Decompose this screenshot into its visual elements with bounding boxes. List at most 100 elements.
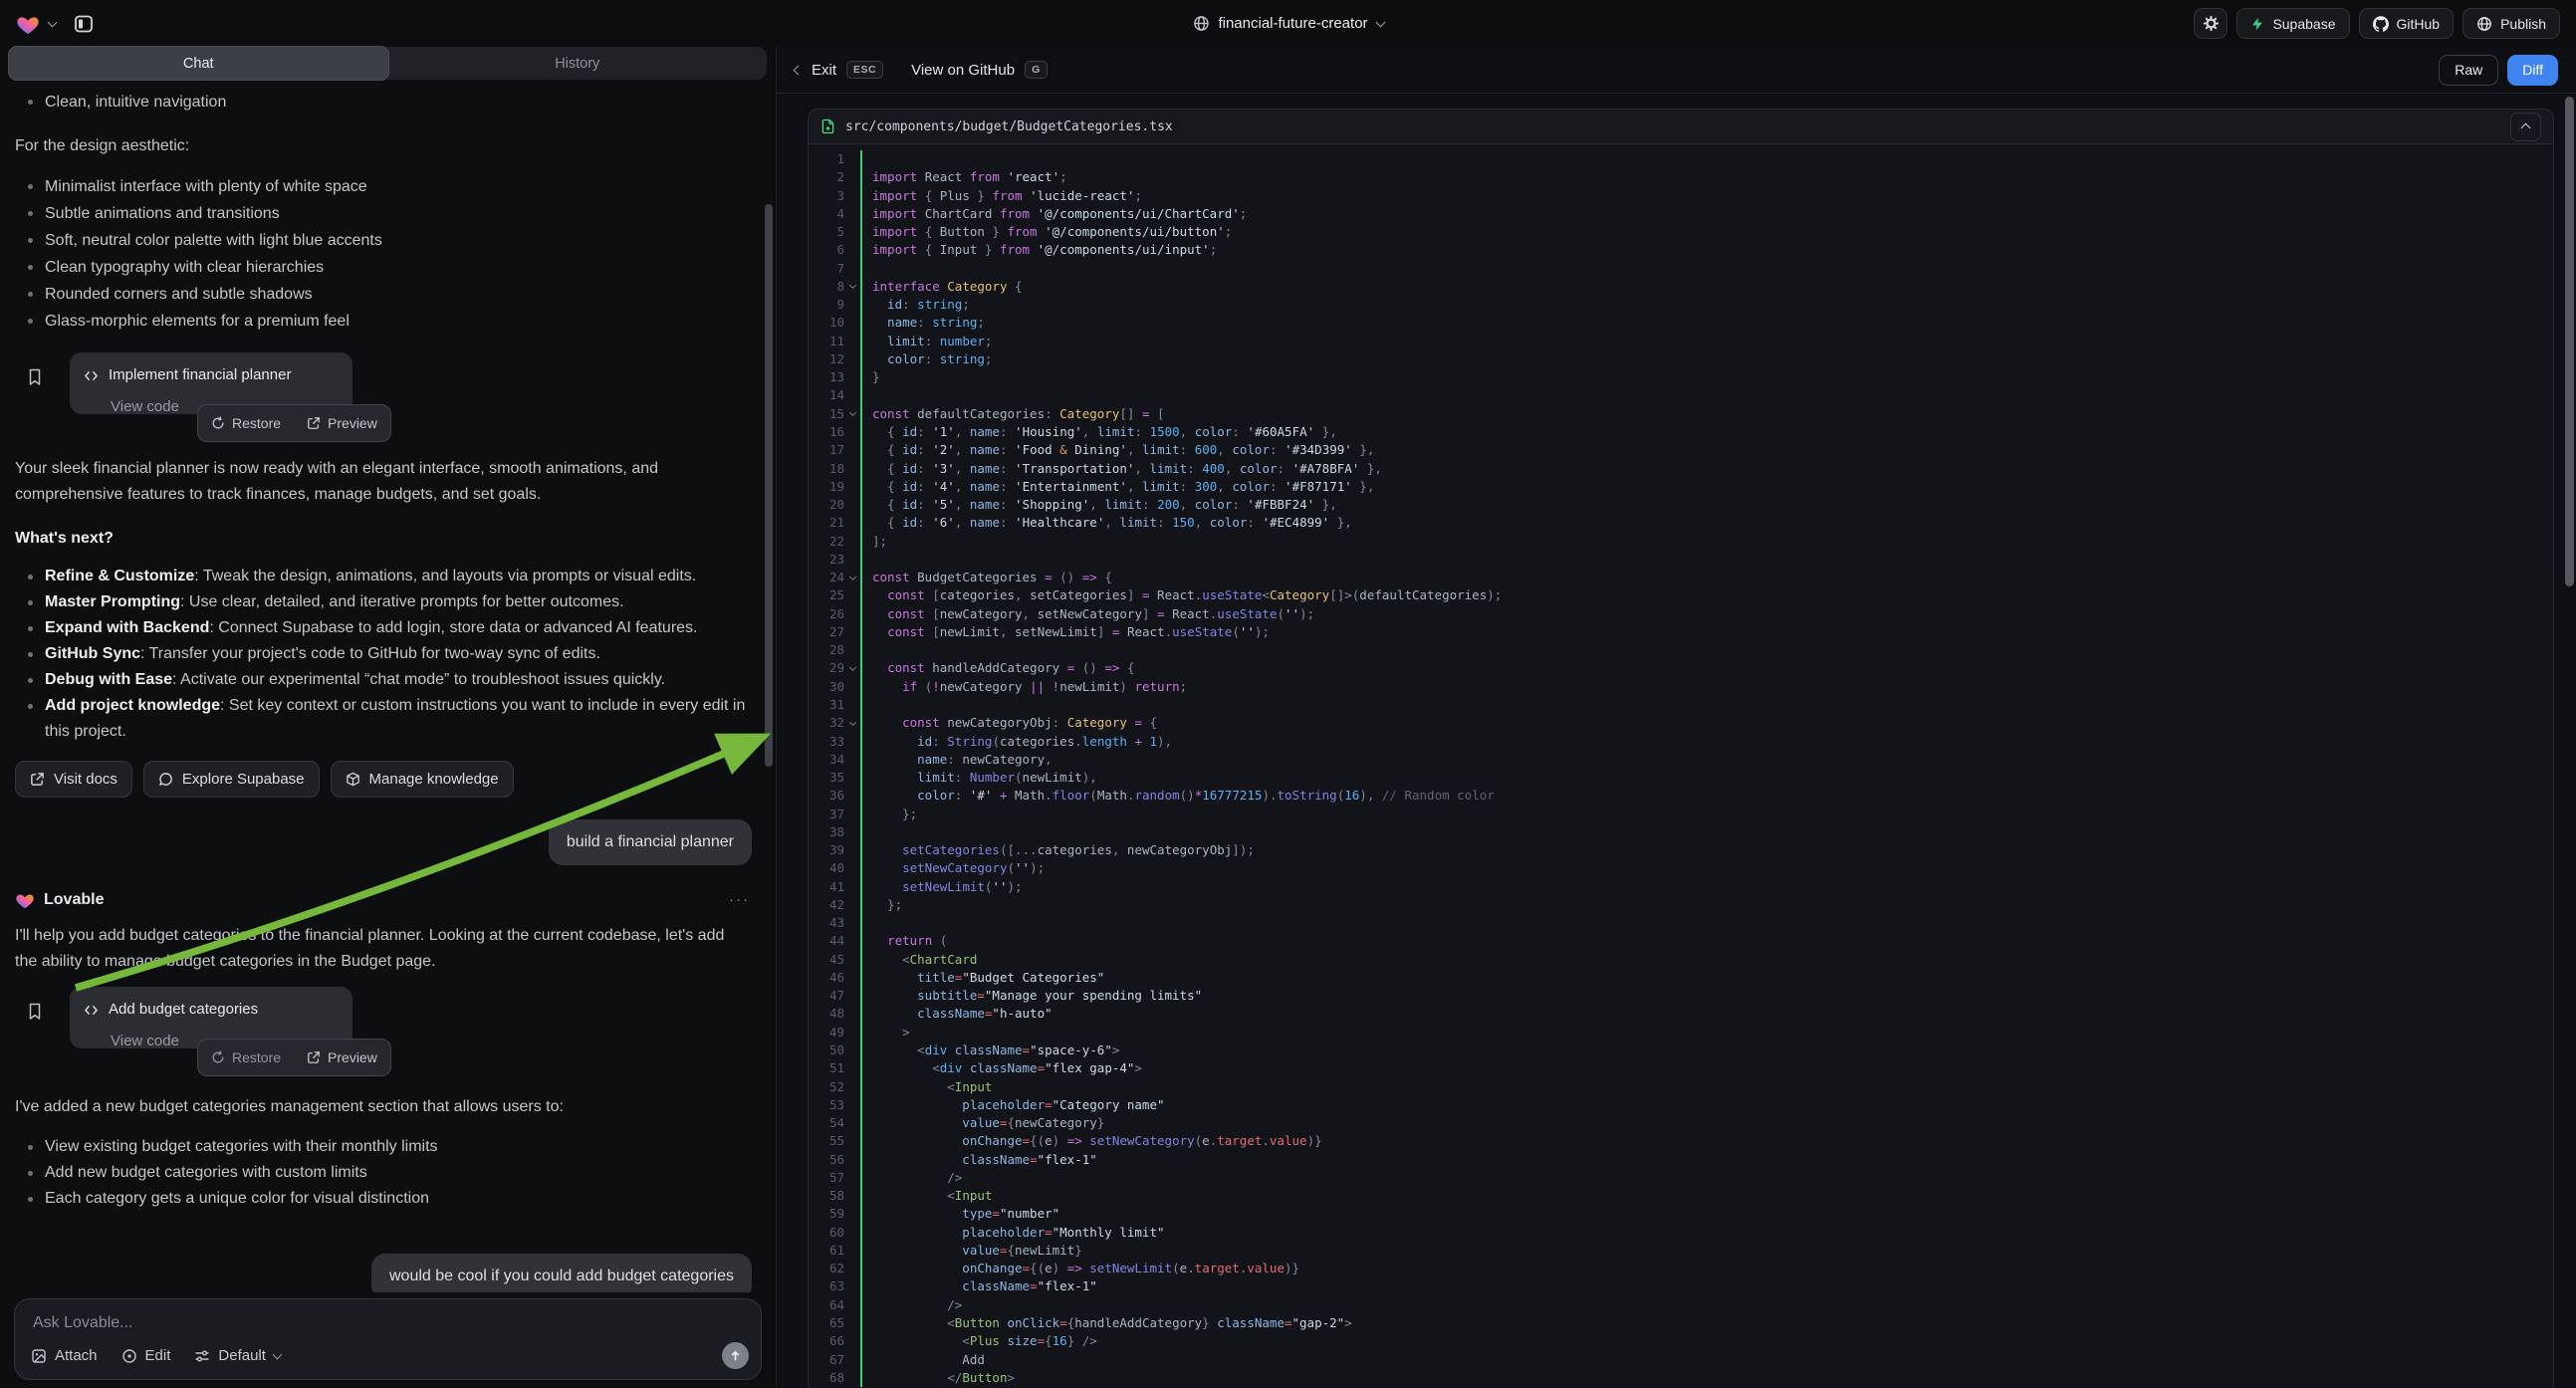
raw-toggle-button[interactable]: Raw [2439, 55, 2498, 86]
restore-button[interactable]: Restore [198, 1040, 294, 1075]
line-number: 15 [809, 405, 844, 423]
quick-actions-row: Visit docs Explore Supabase Manage knowl… [15, 761, 752, 798]
restore-preview-pill: Restore Preview [197, 1039, 391, 1076]
line-number: 37 [809, 806, 844, 823]
code-line: 14 [809, 386, 2553, 404]
preview-button[interactable]: Preview [294, 1040, 390, 1075]
code-line: 49 > [809, 1024, 2553, 1041]
chat-composer: Attach Edit Default [14, 1298, 762, 1380]
tab-history[interactable]: History [388, 47, 768, 80]
send-button[interactable] [722, 1342, 749, 1369]
logo-menu-chevron-icon[interactable] [48, 17, 58, 27]
message-more-menu[interactable]: ··· [729, 887, 750, 913]
collapse-file-button[interactable] [2510, 113, 2541, 141]
code-line: 53 placeholder="Category name" [809, 1096, 2553, 1114]
code-line: 68 </Button> [809, 1369, 2553, 1387]
edit-mode-button[interactable]: Edit [121, 1347, 171, 1364]
fold-chevron-icon[interactable] [848, 719, 855, 726]
line-number: 65 [809, 1314, 844, 1332]
tab-chat[interactable]: Chat [8, 46, 389, 81]
project-title: financial-future-creator [1218, 15, 1367, 32]
view-on-github-button[interactable]: View on GitHub G [911, 61, 1048, 79]
list-item: Add project knowledge: Set key context o… [15, 693, 752, 745]
design-bullet-list: Minimalist interface with plenty of whit… [15, 173, 752, 335]
line-number: 23 [809, 551, 844, 569]
attach-button[interactable]: Attach [31, 1347, 98, 1364]
diff-toggle-button[interactable]: Diff [2507, 55, 2558, 86]
added-bullet-list: View existing budget categories with the… [15, 1134, 752, 1212]
line-number: 14 [809, 386, 844, 404]
added-paragraph: I've added a new budget categories manag… [15, 1094, 747, 1120]
line-number: 60 [809, 1224, 844, 1242]
publish-globe-icon [2476, 16, 2492, 32]
code-line: 52 <Input [809, 1078, 2553, 1096]
settings-button[interactable] [2194, 8, 2227, 39]
project-chevron-icon [1375, 17, 1385, 27]
list-item: Refine & Customize: Tweak the design, an… [15, 564, 752, 589]
preview-button[interactable]: Preview [294, 405, 390, 441]
list-item: Soft, neutral color palette with light b… [15, 227, 752, 254]
lovable-logo-heart-icon[interactable] [16, 13, 40, 35]
chat-input[interactable] [31, 1313, 749, 1333]
fold-chevron-icon[interactable] [848, 574, 855, 580]
list-item: Clean typography with clear hierarchies [15, 254, 752, 281]
chevron-down-icon [272, 1349, 282, 1359]
version-card-row: Add budget categories View code Restore … [15, 987, 752, 1048]
exit-button[interactable]: Exit ESC [795, 61, 883, 79]
fold-chevron-icon[interactable] [848, 282, 855, 289]
code-line: 61 value={newLimit} [809, 1242, 2553, 1260]
code-line: 31 [809, 696, 2553, 714]
github-icon [2373, 16, 2389, 32]
publish-button[interactable]: Publish [2462, 8, 2560, 39]
code-line: 63 className="flex-1" [809, 1277, 2553, 1295]
list-item: Master Prompting: Use clear, detailed, a… [15, 589, 752, 615]
github-button[interactable]: GitHub [2359, 8, 2455, 39]
code-line: 27 const [newLimit, setNewLimit] = React… [809, 623, 2553, 641]
code-scrollbar-thumb[interactable] [2565, 97, 2574, 586]
line-number: 42 [809, 896, 844, 914]
restore-button[interactable]: Restore [198, 405, 294, 441]
code-line: 21 { id: '6', name: 'Healthcare', limit:… [809, 514, 2553, 532]
file-header[interactable]: src/components/budget/BudgetCategories.t… [808, 109, 2554, 144]
code-view-panel: Exit ESC View on GitHub G Raw Diff src/c… [776, 47, 2576, 1388]
code-line: 58 <Input [809, 1187, 2553, 1205]
toggle-sidebar-icon[interactable] [73, 13, 95, 35]
model-selector[interactable]: Default [194, 1347, 281, 1364]
line-number: 7 [809, 260, 844, 278]
line-number: 27 [809, 623, 844, 641]
line-number: 28 [809, 641, 844, 659]
explore-supabase-button[interactable]: Explore Supabase [143, 761, 320, 798]
code-line: 50 <div className="space-y-6"> [809, 1041, 2553, 1059]
manage-knowledge-button[interactable]: Manage knowledge [331, 761, 514, 798]
bookmark-icon[interactable] [27, 1003, 43, 1021]
chat-scroll-area[interactable]: Clean, intuitive navigation For the desi… [0, 89, 776, 1292]
line-number: 18 [809, 460, 844, 478]
chevron-left-icon [794, 65, 804, 75]
project-switcher[interactable]: financial-future-creator [1192, 15, 1383, 32]
assistant-name: Lovable [44, 887, 104, 913]
help-paragraph: I'll help you add budget categories to t… [15, 923, 747, 975]
code-line: 3import { Plus } from 'lucide-react'; [809, 187, 2553, 205]
code-line: 23 [809, 551, 2553, 569]
supabase-button[interactable]: Supabase [2236, 8, 2349, 39]
lovable-avatar-heart-icon [15, 891, 35, 909]
fold-chevron-icon[interactable] [848, 664, 855, 671]
code-line: 56 className="flex-1" [809, 1151, 2553, 1169]
code-editor[interactable]: 12import React from 'react';3import { Pl… [808, 144, 2554, 1388]
line-number: 44 [809, 932, 844, 950]
code-line: 20 { id: '5', name: 'Shopping', limit: 2… [809, 496, 2553, 514]
code-line: 16 { id: '1', name: 'Housing', limit: 15… [809, 423, 2553, 441]
line-number: 54 [809, 1114, 844, 1132]
bookmark-icon[interactable] [27, 368, 43, 386]
code-line: 43 [809, 914, 2553, 932]
line-number: 13 [809, 368, 844, 386]
code-line: 62 onChange={(e) => setNewLimit(e.target… [809, 1260, 2553, 1277]
visit-docs-button[interactable]: Visit docs [15, 761, 132, 798]
chat-scrollbar-thumb[interactable] [765, 204, 773, 767]
globe-icon [1192, 15, 1209, 32]
file-path: src/components/budget/BudgetCategories.t… [845, 119, 1173, 134]
code-line: 65 <Button onClick={handleAddCategory} c… [809, 1314, 2553, 1332]
fold-chevron-icon[interactable] [848, 409, 855, 416]
ready-paragraph: Your sleek financial planner is now read… [15, 456, 747, 508]
code-line: 45 <ChartCard [809, 951, 2553, 969]
